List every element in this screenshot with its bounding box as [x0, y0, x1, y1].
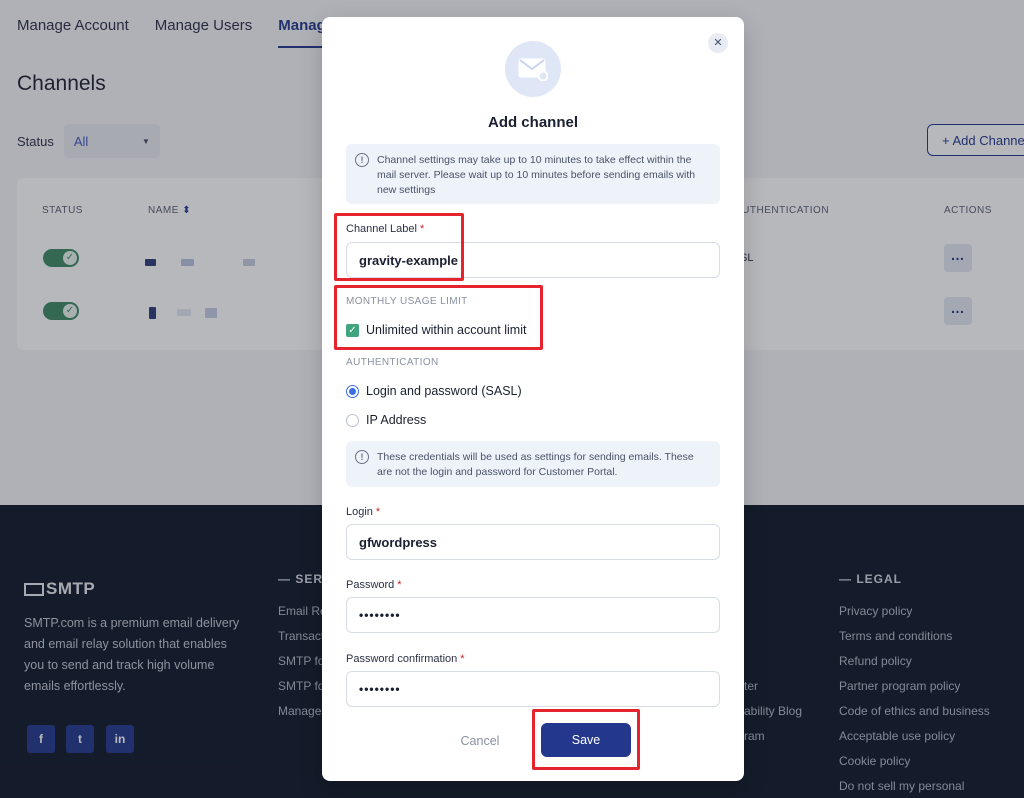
password-confirmation-input[interactable]: •••••••• [346, 671, 720, 707]
info-icon: ! [355, 153, 369, 167]
password-label-text: Password [346, 579, 395, 591]
radio-unselected-icon[interactable] [346, 413, 359, 427]
password-input[interactable]: •••••••• [346, 597, 720, 633]
password-confirmation-value: •••••••• [359, 682, 401, 696]
settings-info-box: ! Channel settings may take up to 10 min… [346, 144, 720, 204]
login-value: gfwordpress [359, 534, 438, 550]
radio-selected-icon[interactable] [346, 384, 359, 398]
credentials-info-text: These credentials will be used as settin… [377, 451, 694, 478]
highlight-channel-label [334, 213, 464, 281]
required-mark: * [397, 579, 402, 591]
radio-sasl-label: Login and password (SASL) [366, 384, 522, 398]
password-confirmation-label-text: Password confirmation [346, 653, 458, 665]
login-label: Login * [346, 506, 380, 518]
highlight-save-button [532, 709, 640, 770]
authentication-section-label: AUTHENTICATION [346, 357, 439, 368]
login-label-text: Login [346, 506, 373, 518]
envelope-icon [505, 41, 561, 97]
highlight-monthly-usage [334, 285, 543, 350]
credentials-info-box: ! These credentials will be used as sett… [346, 441, 720, 487]
password-confirmation-label: Password confirmation * [346, 653, 465, 665]
required-mark: * [375, 506, 381, 518]
modal-title: Add channel [487, 114, 578, 131]
close-icon[interactable]: ✕ [708, 33, 728, 53]
settings-info-text: Channel settings may take up to 10 minut… [377, 154, 696, 196]
login-input[interactable]: gfwordpress [346, 524, 720, 560]
add-channel-modal: ✕ Add channel ! Channel settings may tak… [322, 17, 744, 781]
cancel-button[interactable]: Cancel [454, 730, 506, 752]
radio-ip-label: IP Address [366, 413, 427, 427]
required-mark: * [460, 653, 465, 665]
radio-ip-address[interactable]: IP Address [346, 413, 426, 427]
password-label: Password * [346, 579, 402, 591]
info-icon: ! [355, 450, 369, 464]
password-value: •••••••• [359, 608, 401, 622]
radio-sasl[interactable]: Login and password (SASL) [346, 384, 522, 398]
